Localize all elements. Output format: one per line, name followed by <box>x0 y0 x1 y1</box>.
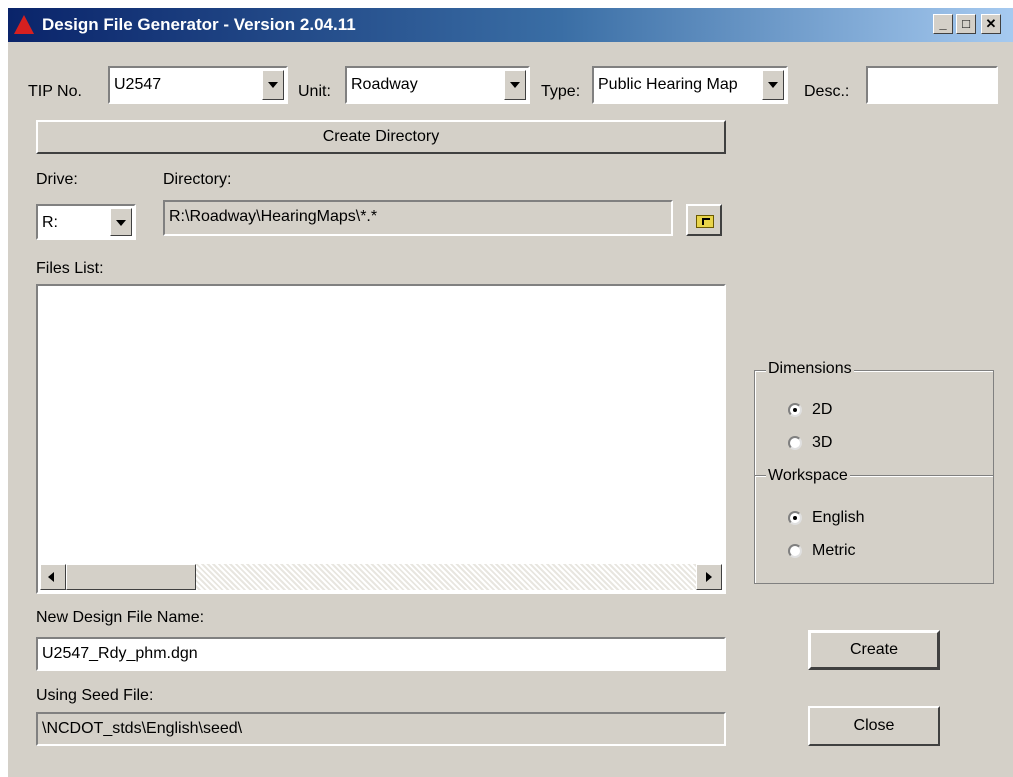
drive-dropdown-arrow-icon[interactable] <box>110 208 132 236</box>
directory-field: R:\Roadway\HearingMaps\*.* <box>163 200 673 236</box>
unit-dropdown-arrow-icon[interactable] <box>504 70 526 100</box>
radio-3d[interactable]: 3D <box>788 434 832 452</box>
tip-value: U2547 <box>114 76 162 93</box>
unit-label: Unit: <box>298 83 331 100</box>
radio-selected-icon <box>788 403 802 417</box>
seed-file-value: \NCDOT_stds\English\seed\ <box>42 720 243 737</box>
type-label: Type: <box>541 83 581 100</box>
radio-english[interactable]: English <box>788 509 864 527</box>
unit-value: Roadway <box>351 76 418 93</box>
files-horizontal-scrollbar[interactable] <box>40 564 722 590</box>
create-button[interactable]: Create <box>808 630 940 670</box>
radio-2d[interactable]: 2D <box>788 401 832 419</box>
minimize-button[interactable]: _ <box>933 14 953 34</box>
desc-input[interactable] <box>866 66 998 104</box>
app-logo-icon <box>14 15 34 34</box>
drive-combo[interactable]: R: <box>36 204 136 240</box>
directory-label: Directory: <box>163 171 232 188</box>
folder-up-icon <box>696 215 714 228</box>
maximize-button[interactable]: □ <box>956 14 976 34</box>
new-design-file-input[interactable]: U2547_Rdy_phm.dgn <box>36 637 726 671</box>
scroll-left-arrow-icon[interactable] <box>40 564 66 590</box>
close-button[interactable]: Close <box>808 706 940 746</box>
tip-combo[interactable]: U2547 <box>108 66 288 104</box>
seed-file-field: \NCDOT_stds\English\seed\ <box>36 712 726 746</box>
type-combo[interactable]: Public Hearing Map <box>592 66 788 104</box>
files-list-label: Files List: <box>36 260 104 277</box>
radio-english-label: English <box>812 509 865 526</box>
files-listbox[interactable] <box>36 284 726 594</box>
scroll-right-arrow-icon[interactable] <box>696 564 722 590</box>
workspace-label: Workspace <box>766 467 850 485</box>
design-file-generator-window: Design File Generator - Version 2.04.11 … <box>8 8 1013 777</box>
tip-dropdown-arrow-icon[interactable] <box>262 70 284 100</box>
new-design-file-label: New Design File Name: <box>36 609 205 626</box>
seed-file-label: Using Seed File: <box>36 687 154 704</box>
radio-3d-label: 3D <box>812 434 833 451</box>
radio-2d-label: 2D <box>812 401 833 418</box>
dimensions-label: Dimensions <box>766 360 854 378</box>
close-window-button[interactable]: ✕ <box>981 14 1001 34</box>
title-bar[interactable]: Design File Generator - Version 2.04.11 … <box>8 8 1013 42</box>
window-title: Design File Generator - Version 2.04.11 <box>42 15 356 34</box>
type-value: Public Hearing Map <box>598 76 738 93</box>
type-dropdown-arrow-icon[interactable] <box>762 70 784 100</box>
radio-selected-icon <box>788 511 802 525</box>
directory-value: R:\Roadway\HearingMaps\*.* <box>169 208 378 225</box>
radio-unselected-icon <box>788 544 802 558</box>
scroll-thumb[interactable] <box>66 564 196 590</box>
desc-label: Desc.: <box>804 83 850 100</box>
browse-folder-button[interactable] <box>686 204 722 236</box>
tip-label: TIP No. <box>28 83 82 100</box>
drive-value: R: <box>42 214 58 231</box>
drive-label: Drive: <box>36 171 78 188</box>
radio-metric-label: Metric <box>812 542 856 559</box>
create-directory-button[interactable]: Create Directory <box>36 120 726 154</box>
new-design-file-value: U2547_Rdy_phm.dgn <box>42 645 198 662</box>
radio-metric[interactable]: Metric <box>788 542 856 560</box>
radio-unselected-icon <box>788 436 802 450</box>
unit-combo[interactable]: Roadway <box>345 66 530 104</box>
